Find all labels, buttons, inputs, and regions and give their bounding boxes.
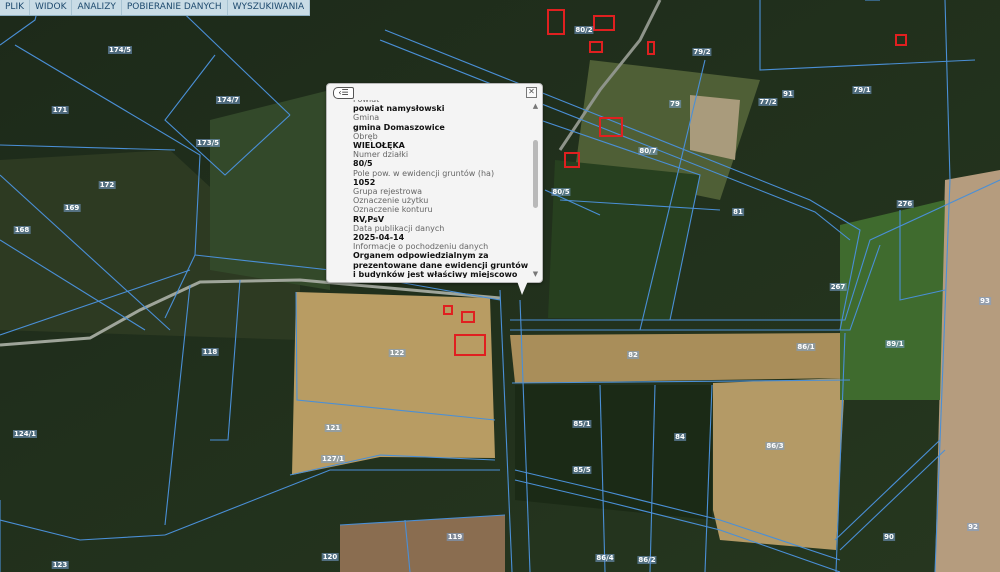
parcel-label[interactable]: 169 bbox=[63, 204, 81, 212]
parcel-label[interactable]: 86/4 bbox=[595, 554, 615, 562]
field-value: gmina Domaszowice bbox=[353, 122, 445, 132]
parcel-label[interactable]: 86/3 bbox=[765, 442, 785, 450]
parcel-label[interactable]: 174/5 bbox=[107, 46, 133, 54]
field-value: powiat namysłowski bbox=[353, 104, 445, 114]
field-label: Oznaczenie konturu bbox=[353, 205, 433, 215]
parcel-label[interactable]: 80/5 bbox=[551, 188, 571, 196]
scroll-thumb[interactable] bbox=[533, 140, 538, 208]
close-button[interactable]: ✕ bbox=[526, 87, 537, 98]
parcel-label[interactable]: 118 bbox=[201, 348, 219, 356]
parcel-label[interactable]: 93 bbox=[979, 297, 991, 305]
parcel-label[interactable]: 124/1 bbox=[12, 430, 38, 438]
field-value: RV,PsV bbox=[353, 214, 385, 224]
parcel-label[interactable]: 90 bbox=[883, 533, 895, 541]
parcel-label[interactable]: 80/7 bbox=[638, 147, 658, 155]
field-122 bbox=[292, 292, 495, 475]
field-value: WIELOŁĘKA bbox=[353, 141, 405, 151]
parcel-label[interactable]: 84 bbox=[674, 433, 686, 441]
parcel-label[interactable]: 85/1 bbox=[572, 420, 592, 428]
scroll-down-icon[interactable]: ▼ bbox=[531, 270, 540, 278]
list-back-icon: ‹☰ bbox=[338, 88, 349, 97]
popup-header: ‹☰ ✕ bbox=[327, 84, 542, 100]
field-value: 1052 bbox=[353, 177, 376, 187]
parcel-label[interactable]: 267 bbox=[829, 283, 847, 291]
menu-bar: PLIK WIDOK ANALIZY POBIERANIE DANYCH WYS… bbox=[0, 0, 311, 16]
parcel-label[interactable]: 121 bbox=[324, 424, 342, 432]
field-value: Organem odpowiedzialnym za prezentowane … bbox=[353, 251, 529, 278]
menu-wyszukiwania[interactable]: WYSZUKIWANIA bbox=[228, 0, 311, 15]
field-value: 2025-04-14 bbox=[353, 233, 405, 243]
parcel-label[interactable]: 86/1 bbox=[796, 343, 816, 351]
menu-widok[interactable]: WIDOK bbox=[30, 0, 73, 15]
field-label: Obręb bbox=[353, 131, 378, 141]
parcel-label[interactable]: 89/1 bbox=[885, 340, 905, 348]
sand-area bbox=[690, 95, 740, 160]
parcel-label[interactable]: 171 bbox=[51, 106, 69, 114]
parcel-label[interactable]: 79/1 bbox=[852, 86, 872, 94]
parcel-label[interactable]: 173/5 bbox=[195, 139, 221, 147]
parcel-label[interactable]: 92 bbox=[967, 523, 979, 531]
field-label: Gmina bbox=[353, 113, 380, 123]
parcel-label[interactable]: 168 bbox=[13, 226, 31, 234]
menu-plik[interactable]: PLIK bbox=[0, 0, 30, 15]
parcel-label[interactable]: 77/2 bbox=[758, 98, 778, 106]
parcel-label[interactable]: 119 bbox=[446, 533, 464, 541]
parcel-info-popup: ‹☰ ✕ Powiatpowiat namysłowskiGminagmina … bbox=[326, 83, 543, 283]
parcel-label[interactable]: 276 bbox=[896, 200, 914, 208]
parcel-label[interactable]: 172 bbox=[98, 181, 116, 189]
scroll-up-icon[interactable]: ▲ bbox=[531, 102, 540, 110]
parcel-label[interactable]: 91 bbox=[782, 90, 794, 98]
field-label: Oznaczenie użytku bbox=[353, 196, 429, 206]
parcel-label[interactable]: 81 bbox=[732, 208, 744, 216]
close-icon: ✕ bbox=[528, 87, 535, 96]
field-label: Pole pow. w ewidencji gruntów (ha) bbox=[353, 168, 495, 178]
parcel-label[interactable]: 82 bbox=[627, 351, 639, 359]
parcel-label[interactable]: 79/2 bbox=[692, 48, 712, 56]
field-value: 80/5 bbox=[353, 159, 373, 169]
parcel-label[interactable]: 127/1 bbox=[320, 455, 346, 463]
popup-content[interactable]: Powiatpowiat namysłowskiGminagmina Domas… bbox=[327, 100, 530, 278]
field-label: Data publikacji danych bbox=[353, 223, 445, 233]
list-back-button[interactable]: ‹☰ bbox=[333, 87, 354, 99]
popup-pointer bbox=[517, 281, 528, 295]
parcel-label[interactable]: 174/7 bbox=[215, 96, 241, 104]
menu-analizy[interactable]: ANALIZY bbox=[72, 0, 122, 15]
field-label: Informacje o pochodzeniu danych bbox=[353, 242, 489, 252]
field-label: Numer działki bbox=[353, 150, 409, 160]
popup-scrollbar[interactable]: ▲ ▼ bbox=[531, 102, 540, 278]
parcel-label[interactable]: 122 bbox=[388, 349, 406, 357]
field-label: Grupa rejestrowa bbox=[353, 187, 423, 197]
field-82 bbox=[510, 333, 845, 383]
woodland bbox=[515, 385, 712, 520]
parcel-label[interactable]: 120 bbox=[321, 553, 339, 561]
parcel-label[interactable]: 79 bbox=[669, 100, 681, 108]
field bbox=[210, 90, 330, 290]
menu-pobieranie-danych[interactable]: POBIERANIE DANYCH bbox=[122, 0, 228, 15]
parcel-label[interactable]: 123 bbox=[51, 561, 69, 569]
parcel-label[interactable]: 85/5 bbox=[572, 466, 592, 474]
parcel-label[interactable]: 80/2 bbox=[574, 26, 594, 34]
field-right bbox=[935, 170, 1000, 572]
parcel-label[interactable]: 86/2 bbox=[637, 556, 657, 564]
